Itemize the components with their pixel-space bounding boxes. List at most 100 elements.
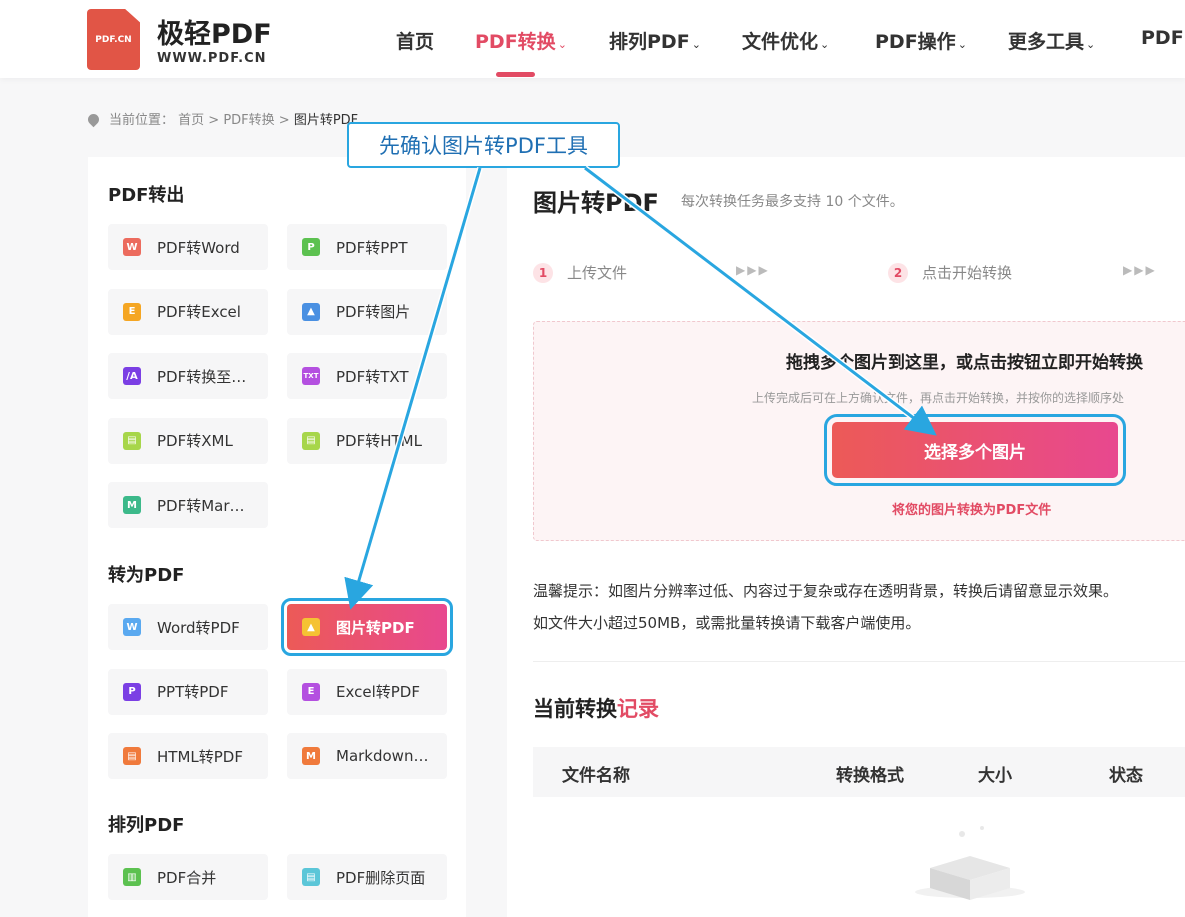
page-title: 图片转PDF <box>533 189 659 217</box>
pdfa-icon: /A <box>123 367 141 385</box>
tool-to-pdf-2[interactable]: P PPT转PDF <box>108 668 268 715</box>
tool-to-pdf-3[interactable]: E Excel转PDF <box>287 668 447 715</box>
nav-pdf-convert-label: PDF转换 <box>475 31 556 53</box>
word-icon: W <box>123 618 141 636</box>
nav-pdf-convert[interactable]: PDF转换 ⌄ <box>475 27 567 54</box>
drop-zone-hint: 上传完成后可在上方确认文件，再点击开始转换，并按你的选择顺序处 <box>752 391 1125 405</box>
nav-active-underline <box>496 72 535 77</box>
nav-more-tools-label: 更多工具 <box>1008 31 1085 53</box>
ppt-icon: P <box>302 238 320 256</box>
step-start-convert: 2 点击开始转换 <box>888 262 1012 283</box>
chevron-down-icon: ⌄ <box>691 38 701 51</box>
nav-arrange-pdf-label: 排列PDF <box>609 31 690 53</box>
word-icon: W <box>123 238 141 256</box>
step-number: 1 <box>533 262 553 283</box>
nav-home[interactable]: 首页 <box>396 27 434 54</box>
tool-pdf-export-8[interactable]: M PDF转Mar… <box>108 482 268 528</box>
section-title-to-pdf: 转为PDF <box>108 565 185 586</box>
logo-icon[interactable]: PDF.CN <box>87 9 140 70</box>
column-status: 状态 <box>1109 766 1143 786</box>
tool-pdf-export-2[interactable]: E PDF转Excel <box>108 288 268 335</box>
nav-more-tools[interactable]: 更多工具 ⌄ <box>1008 27 1095 54</box>
records-title-main: 当前转换 <box>533 697 617 721</box>
chevron-down-icon: ⌄ <box>557 38 567 51</box>
tool-label: HTML转PDF <box>157 747 243 766</box>
tool-label: Markdown… <box>336 747 429 765</box>
logo-url: WWW.PDF.CN <box>157 51 267 66</box>
html-icon: ▤ <box>123 747 141 765</box>
tool-to-pdf-1[interactable]: ▲ 图片转PDF <box>281 598 453 656</box>
tool-label: PDF转Word <box>157 238 240 257</box>
section-title-pdf-export: PDF转出 <box>108 185 185 206</box>
xml-icon: ▤ <box>123 431 141 450</box>
tool-label: PDF删除页面 <box>336 868 426 887</box>
nav-pdf-cut[interactable]: PDF <box>1141 27 1184 49</box>
column-file-name: 文件名称 <box>562 766 630 786</box>
tool-to-pdf-5[interactable]: M Markdown… <box>287 733 447 779</box>
nav-pdf-cut-label: PDF <box>1141 27 1184 49</box>
chevron-down-icon: ⌄ <box>820 38 830 51</box>
tool-pdf-export-0[interactable]: W PDF转Word <box>108 224 268 270</box>
step-arrows-icon: ▶▶▶ <box>1123 263 1157 277</box>
location-pin-icon <box>85 111 102 128</box>
top-header: PDF.CN 极轻PDF WWW.PDF.CN 首页 PDF转换 ⌄ 排列PDF ⌄… <box>0 0 1185 78</box>
divider <box>533 661 1185 662</box>
merge-icon: ▥ <box>123 868 141 886</box>
excel-icon: E <box>123 302 141 321</box>
nav-arrange-pdf[interactable]: 排列PDF ⌄ <box>609 27 701 54</box>
chevron-down-icon: ⌄ <box>1086 38 1096 51</box>
tool-label: Word转PDF <box>157 618 240 637</box>
tool-arrange-pdf-1[interactable]: ▤ PDF删除页面 <box>287 854 447 900</box>
tool-label: PDF转HTML <box>336 432 422 450</box>
tool-pdf-export-4[interactable]: /A PDF转换至… <box>108 353 268 399</box>
step-label: 上传文件 <box>567 264 628 282</box>
breadcrumb-path[interactable]: 首页 > PDF转换 > <box>178 113 294 128</box>
tool-label: 图片转PDF <box>336 618 415 637</box>
tool-label: PDF转Excel <box>157 303 241 321</box>
tool-sidebar <box>88 157 466 917</box>
nav-file-optimize[interactable]: 文件优化 ⌄ <box>742 27 829 54</box>
tool-pdf-export-5[interactable]: TXT PDF转TXT <box>287 353 447 399</box>
step-upload: 1 上传文件 <box>533 262 627 283</box>
image-icon: ▲ <box>302 302 320 321</box>
tool-label: PPT转PDF <box>157 683 229 701</box>
logo-name[interactable]: 极轻PDF <box>157 12 272 51</box>
tip-line-2: 如文件大小超过50MB，或需批量转换请下载客户端使用。 <box>533 614 921 632</box>
markdown-icon: M <box>302 747 320 765</box>
step-label: 点击开始转换 <box>922 264 1013 282</box>
page-subtitle: 每次转换任务最多支持 10 个文件。 <box>681 194 904 210</box>
tool-label: PDF转TXT <box>336 367 409 386</box>
delete-page-icon: ▤ <box>302 868 320 886</box>
step-number: 2 <box>888 262 908 283</box>
breadcrumb: 当前位置： 首页 > PDF转换 > 图片转PDF <box>85 109 358 128</box>
annotation-callout: 先确认图片转PDF工具 <box>347 122 620 168</box>
tip-line-1: 温馨提示：如图片分辨率过低、内容过于复杂或存在透明背景，转换后请留意显示效果。 <box>533 582 1119 600</box>
tool-label: PDF转Mar… <box>157 496 245 515</box>
select-images-button[interactable]: 选择多个图片 <box>824 414 1126 486</box>
nav-pdf-operations-label: PDF操作 <box>875 31 956 53</box>
tool-pdf-export-1[interactable]: P PDF转PPT <box>287 224 447 270</box>
breadcrumb-prefix: 当前位置： <box>109 113 175 128</box>
tool-label: Excel转PDF <box>336 683 420 701</box>
ppt-icon: P <box>123 682 141 701</box>
tool-label: PDF合并 <box>157 868 217 887</box>
tool-pdf-export-6[interactable]: ▤ PDF转XML <box>108 417 268 464</box>
records-title-highlight: 记录 <box>617 697 659 721</box>
markdown-icon: M <box>123 496 141 514</box>
tool-label: PDF转PPT <box>336 238 408 257</box>
tool-to-pdf-0[interactable]: W Word转PDF <box>108 604 268 650</box>
tool-label: PDF转XML <box>157 432 233 450</box>
image-icon: ▲ <box>302 618 320 636</box>
records-title: 当前转换记录 <box>533 693 659 723</box>
nav-pdf-operations[interactable]: PDF操作 ⌄ <box>875 27 967 54</box>
excel-icon: E <box>302 682 320 701</box>
tool-pdf-export-3[interactable]: ▲ PDF转图片 <box>287 288 447 335</box>
nav-file-optimize-label: 文件优化 <box>742 31 819 53</box>
logo-badge-text: PDF.CN <box>95 34 132 45</box>
column-format: 转换格式 <box>836 766 904 786</box>
tool-pdf-export-7[interactable]: ▤ PDF转HTML <box>287 417 447 464</box>
tool-to-pdf-4[interactable]: ▤ HTML转PDF <box>108 733 268 779</box>
tool-label: PDF转换至… <box>157 367 247 386</box>
chevron-down-icon: ⌄ <box>957 38 967 51</box>
tool-arrange-pdf-0[interactable]: ▥ PDF合并 <box>108 854 268 900</box>
